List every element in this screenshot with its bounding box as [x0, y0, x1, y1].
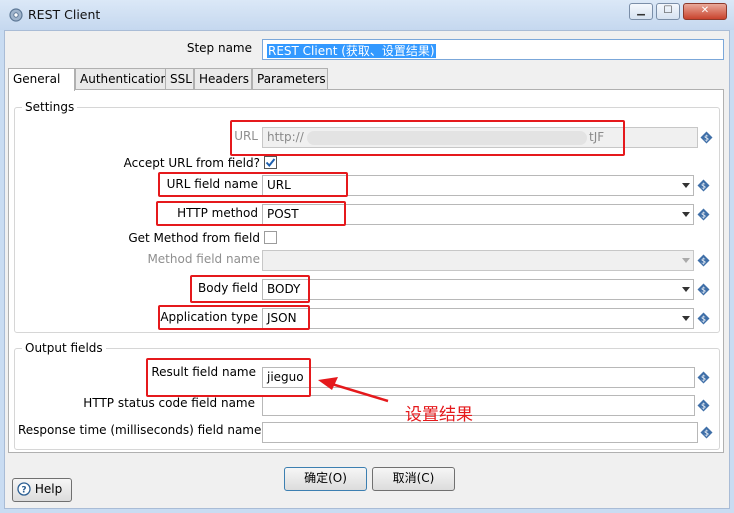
- body-field-label: Body field: [198, 281, 258, 295]
- tab-authentication[interactable]: Authentication: [75, 68, 174, 90]
- http-method-value: POST: [267, 207, 299, 221]
- url-label: URL: [234, 129, 258, 143]
- settings-group-title: Settings: [22, 100, 78, 114]
- tab-headers[interactable]: Headers: [194, 68, 252, 90]
- help-button[interactable]: ? Help: [12, 478, 72, 502]
- annotation-text: 设置结果: [405, 405, 473, 425]
- application-type-value: JSON: [267, 311, 297, 325]
- redacted-url-segment: [307, 131, 587, 145]
- svg-text:$: $: [701, 211, 706, 220]
- result-field-name-value: jieguo: [267, 370, 304, 384]
- accept-url-from-field-checkbox[interactable]: [264, 156, 277, 169]
- close-button[interactable]: ✕: [683, 3, 727, 20]
- response-time-field-name-label: Response time (milliseconds) field name: [18, 423, 262, 437]
- method-field-name-label: Method field name: [147, 252, 260, 266]
- variable-icon[interactable]: $: [697, 399, 710, 412]
- variable-icon[interactable]: $: [697, 312, 710, 325]
- get-method-from-field-checkbox[interactable]: [264, 231, 277, 244]
- svg-text:$: $: [701, 182, 706, 191]
- http-status-code-field-name-label: HTTP status code field name: [83, 396, 255, 410]
- checkmark-icon: [265, 158, 276, 168]
- variable-icon[interactable]: $: [697, 179, 710, 192]
- url-input[interactable]: http:// tJF: [262, 127, 698, 148]
- step-name-input[interactable]: REST Client (获取、设置结果): [262, 39, 724, 60]
- body-field-dropdown[interactable]: BODY: [262, 279, 694, 300]
- variable-icon[interactable]: $: [697, 254, 710, 267]
- help-icon: ?: [17, 482, 31, 496]
- http-method-label: HTTP method: [177, 206, 258, 220]
- http-method-dropdown[interactable]: POST: [262, 204, 694, 225]
- step-name-label: Step name: [186, 41, 252, 55]
- body-field-value: BODY: [267, 282, 301, 296]
- tab-general[interactable]: General: [8, 68, 75, 91]
- maximize-button[interactable]: ☐: [656, 3, 680, 20]
- url-field-name-label: URL field name: [166, 177, 258, 191]
- variable-icon[interactable]: $: [700, 131, 713, 144]
- application-type-label: Application type: [160, 310, 258, 324]
- window-title: REST Client: [28, 7, 101, 22]
- variable-icon[interactable]: $: [697, 283, 710, 296]
- result-field-name-label: Result field name: [151, 365, 256, 379]
- url-field-name-dropdown[interactable]: URL: [262, 175, 694, 196]
- svg-text:$: $: [701, 374, 706, 383]
- svg-text:$: $: [701, 402, 706, 411]
- url-value-start: http://: [267, 130, 304, 144]
- tab-parameters[interactable]: Parameters: [252, 68, 328, 90]
- get-method-from-field-label: Get Method from field: [128, 231, 260, 245]
- chevron-down-icon[interactable]: [682, 183, 690, 188]
- svg-text:?: ?: [21, 486, 26, 496]
- title-bar: REST Client ▁ ☐ ✕: [0, 0, 734, 30]
- url-value-end: tJF: [589, 130, 605, 144]
- svg-text:$: $: [704, 429, 709, 438]
- output-fields-group-title: Output fields: [22, 341, 106, 355]
- tab-ssl[interactable]: SSL: [165, 68, 194, 90]
- svg-text:$: $: [704, 134, 709, 143]
- chevron-down-icon[interactable]: [682, 287, 690, 292]
- app-icon: [9, 8, 23, 22]
- accept-url-from-field-label: Accept URL from field?: [123, 156, 260, 170]
- application-type-dropdown[interactable]: JSON: [262, 308, 694, 329]
- svg-text:$: $: [701, 257, 706, 266]
- chevron-down-icon[interactable]: [682, 258, 690, 263]
- url-field-name-value: URL: [267, 178, 291, 192]
- svg-text:$: $: [701, 286, 706, 295]
- minimize-button[interactable]: ▁: [629, 3, 653, 20]
- method-field-name-dropdown[interactable]: [262, 250, 694, 271]
- response-time-field-name-input[interactable]: [262, 422, 698, 443]
- cancel-button[interactable]: 取消(C): [372, 467, 455, 491]
- chevron-down-icon[interactable]: [682, 212, 690, 217]
- variable-icon[interactable]: $: [697, 371, 710, 384]
- ok-button[interactable]: 确定(O): [284, 467, 367, 491]
- chevron-down-icon[interactable]: [682, 316, 690, 321]
- variable-icon[interactable]: $: [697, 208, 710, 221]
- variable-icon[interactable]: $: [700, 426, 713, 439]
- step-name-value: REST Client (获取、设置结果): [267, 44, 436, 58]
- svg-text:$: $: [701, 315, 706, 324]
- help-button-label: Help: [34, 482, 63, 496]
